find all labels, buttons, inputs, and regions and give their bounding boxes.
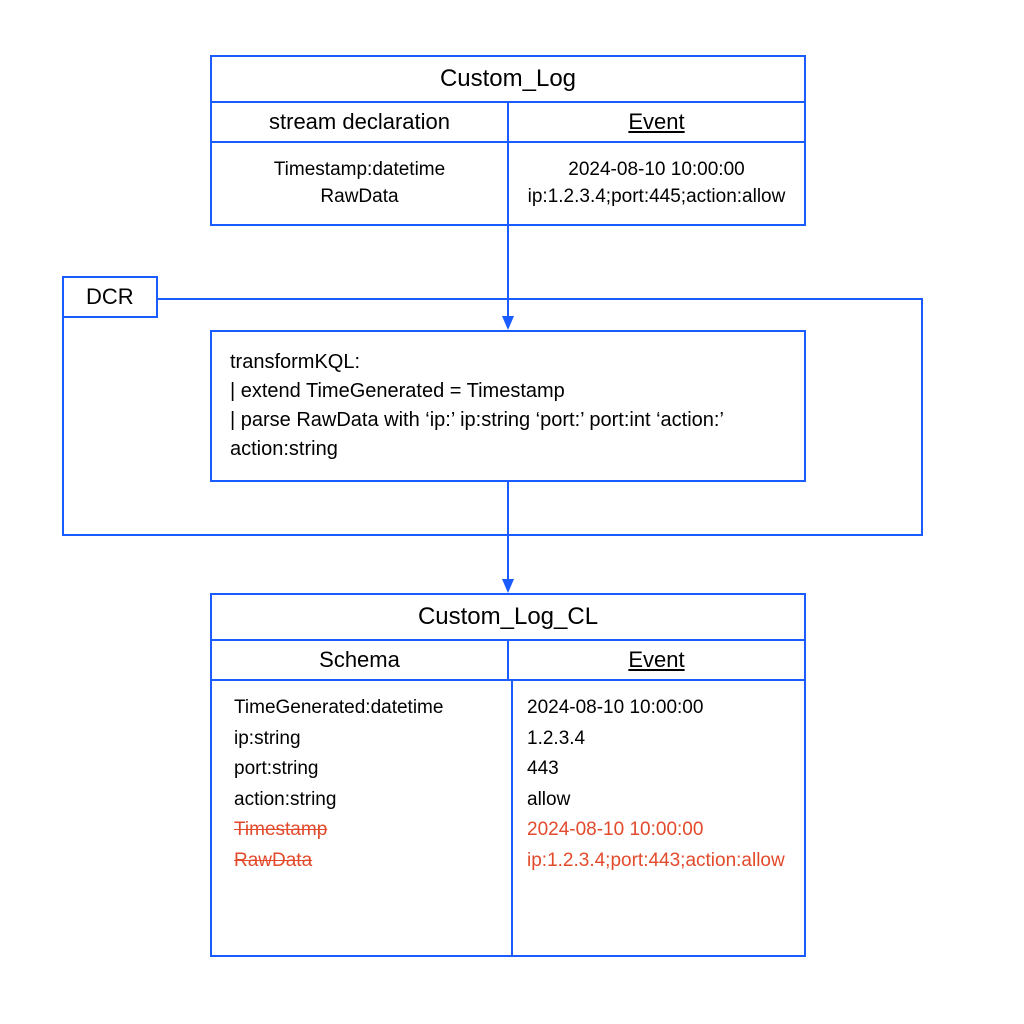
event-body-bottom: 2024-08-10 10:00:00 1.2.3.4 443 allow 20… [513, 681, 804, 957]
custom-log-cl-body: TimeGenerated:datetime ip:string port:st… [212, 681, 804, 957]
stream-decl-line2: RawData [224, 184, 495, 211]
schema-row-2: ip:string [234, 726, 499, 753]
stream-declaration-header-text: stream declaration [269, 109, 450, 134]
custom-log-cl-title: Custom_Log_CL [212, 595, 804, 641]
event-row-3: 443 [527, 756, 792, 783]
custom-log-cl-box: Custom_Log_CL Schema Event TimeGenerated… [210, 593, 806, 957]
custom-log-cl-headers: Schema Event [212, 641, 804, 681]
event-header-bottom-text: Event [628, 647, 684, 672]
event-row-4: allow [527, 787, 792, 814]
stream-decl-line1: Timestamp:datetime [224, 157, 495, 184]
transform-kql-box: transformKQL: | extend TimeGenerated = T… [210, 330, 806, 482]
event-row-1: 2024-08-10 10:00:00 [527, 695, 792, 722]
event-top-line1: 2024-08-10 10:00:00 [521, 157, 792, 184]
schema-row-3: port:string [234, 756, 499, 783]
custom-log-headers: stream declaration Event [212, 103, 804, 143]
schema-row-1: TimeGenerated:datetime [234, 695, 499, 722]
event-header-bottom: Event [509, 641, 804, 681]
kql-line3: | parse RawData with ‘ip:’ ip:string ‘po… [230, 406, 786, 435]
stream-declaration-header: stream declaration [212, 103, 509, 143]
event-header-top: Event [509, 103, 804, 143]
kql-line2: | extend TimeGenerated = Timestamp [230, 377, 786, 406]
schema-body: TimeGenerated:datetime ip:string port:st… [212, 681, 513, 957]
custom-log-box: Custom_Log stream declaration Event Time… [210, 55, 806, 226]
dcr-label: DCR [62, 276, 158, 318]
schema-header-text: Schema [319, 647, 400, 672]
custom-log-body: Timestamp:datetime RawData 2024-08-10 10… [212, 143, 804, 224]
schema-header: Schema [212, 641, 509, 681]
dcr-label-text: DCR [86, 284, 134, 309]
schema-row-5-timestamp: Timestamp [234, 817, 499, 844]
event-row-2: 1.2.3.4 [527, 726, 792, 753]
event-row-6: ip:1.2.3.4;port:443;action:allow [527, 848, 792, 875]
schema-row-6-rawdata: RawData [234, 848, 499, 875]
event-top-line2: ip:1.2.3.4;port:445;action:allow [521, 184, 792, 211]
schema-row-4: action:string [234, 787, 499, 814]
stream-declaration-body: Timestamp:datetime RawData [212, 143, 509, 224]
kql-line4: action:string [230, 435, 786, 464]
event-body-top: 2024-08-10 10:00:00 ip:1.2.3.4;port:445;… [509, 143, 804, 224]
kql-line1: transformKQL: [230, 348, 786, 377]
event-header-top-text: Event [628, 109, 684, 134]
custom-log-title: Custom_Log [212, 57, 804, 103]
event-row-5: 2024-08-10 10:00:00 [527, 817, 792, 844]
